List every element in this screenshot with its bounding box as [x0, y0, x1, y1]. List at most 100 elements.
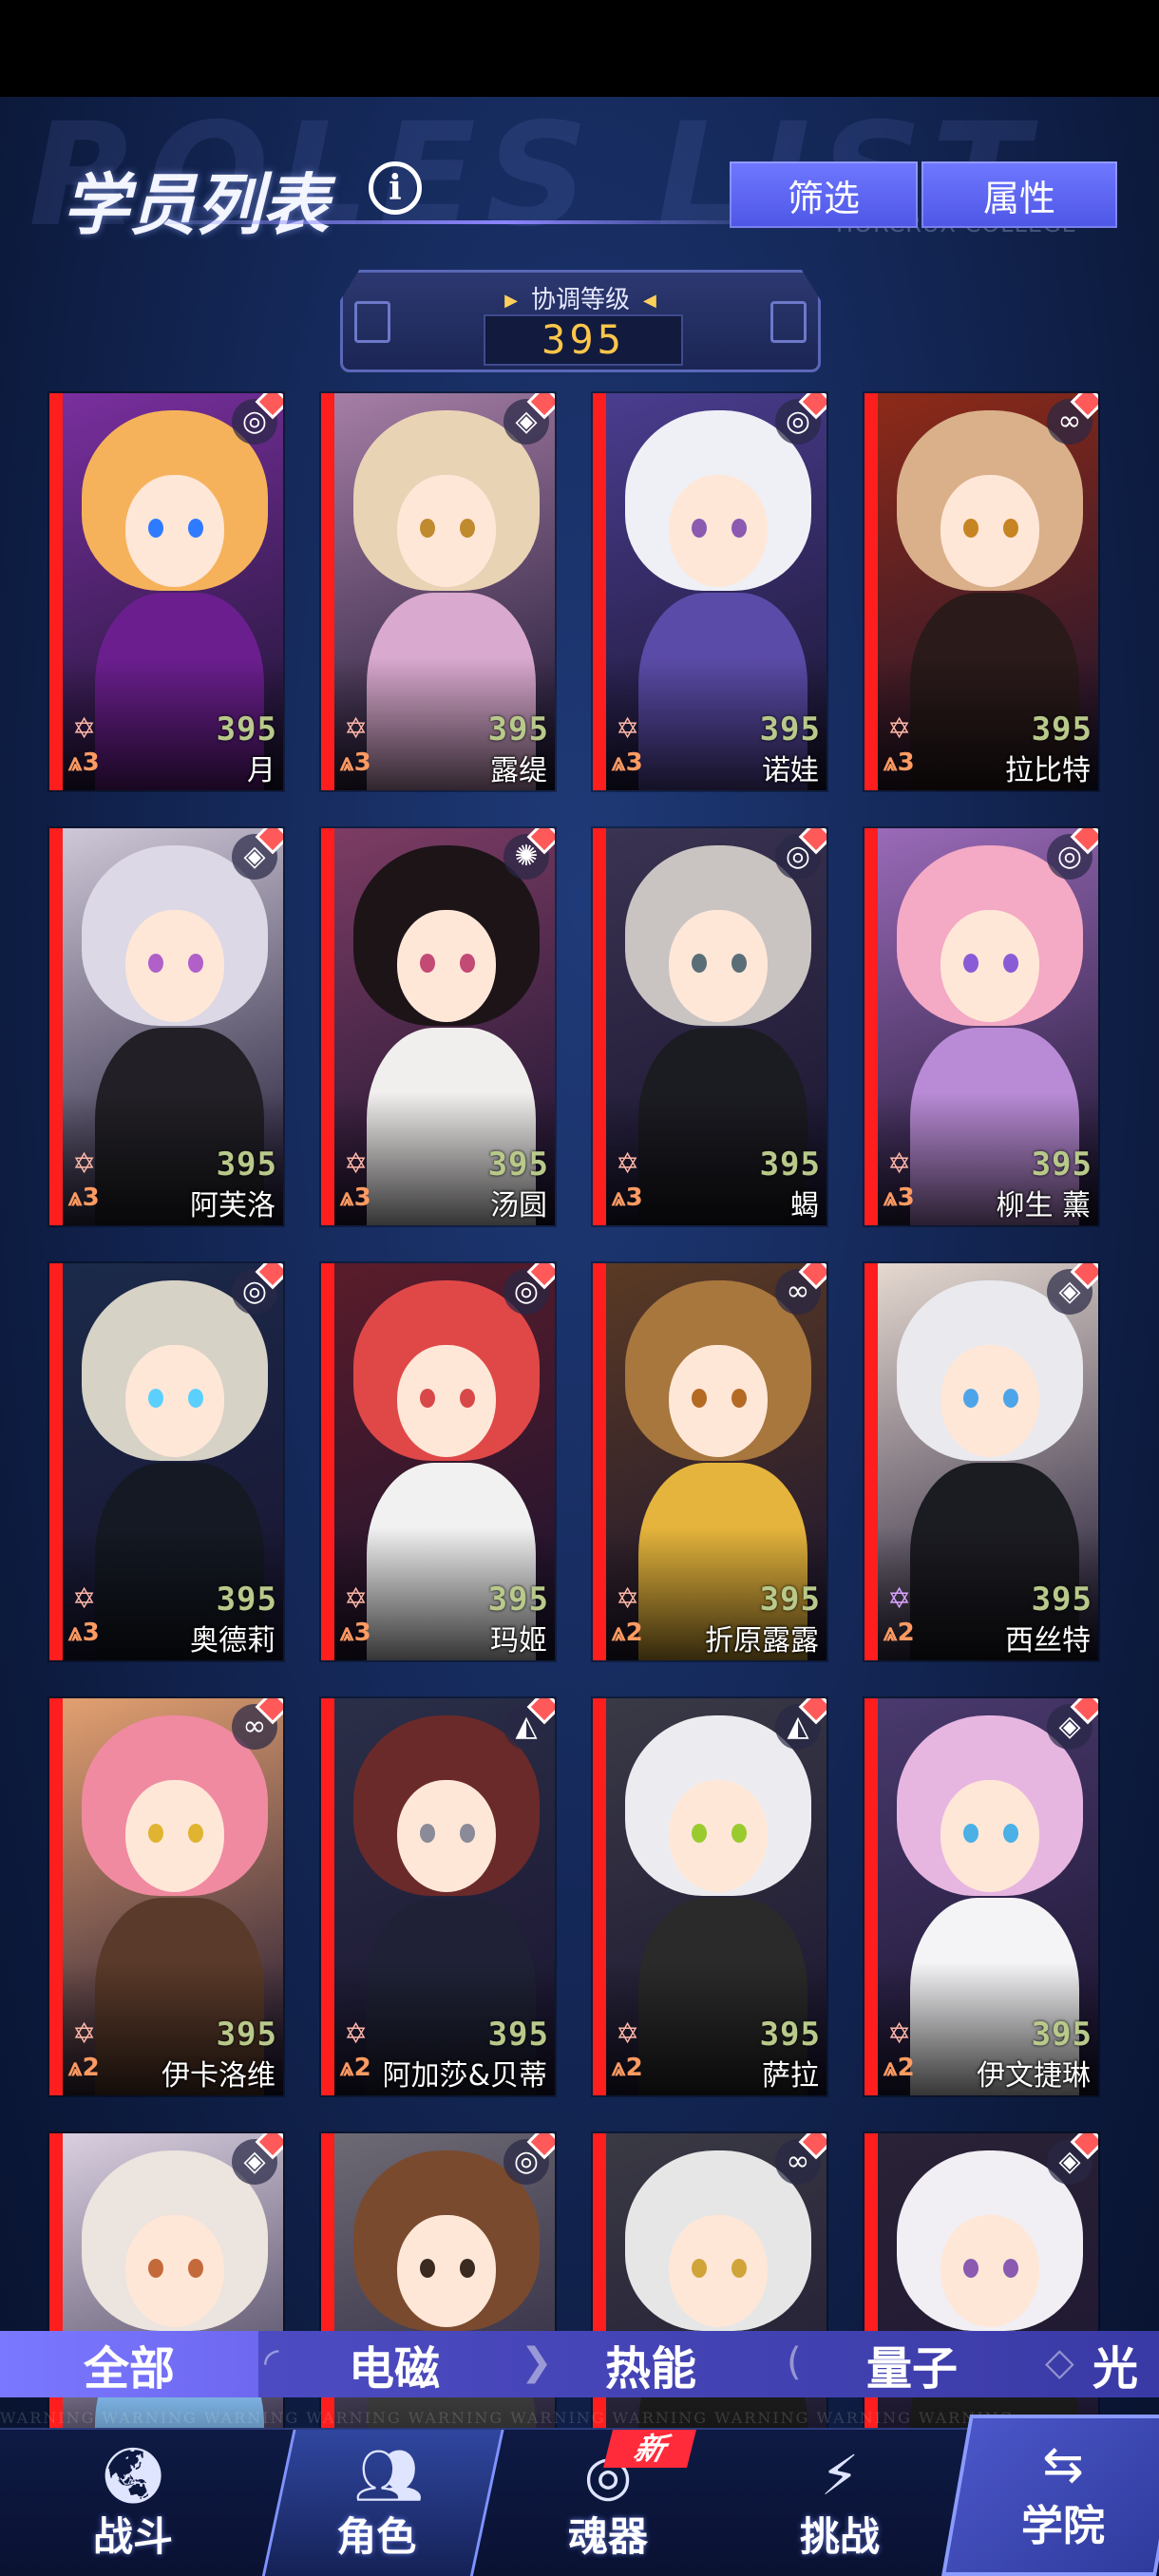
character-level: 395 [487, 1581, 549, 1619]
character-card[interactable]: ◈ ✡ ⩓2 395 伊文捷琳 [864, 1698, 1098, 2095]
character-card[interactable]: ◈ ✡ ⩓3 395 阿芙洛 [49, 828, 283, 1225]
portrait-eye [963, 1824, 978, 1843]
portrait-eye [732, 1824, 747, 1843]
portrait-eye [1003, 1389, 1018, 1408]
portrait-eye [420, 954, 435, 973]
character-card[interactable]: ◎ ✡ ⩓3 395 诺娃 [593, 393, 826, 790]
lightning-icon: ⚡︎ [820, 2442, 860, 2508]
nav-academy-inner: ⇆ 学院 [960, 2418, 1159, 2572]
character-card[interactable]: ✺ ✡ ⩓3 395 汤圆 [321, 828, 555, 1225]
triangle-left-icon: ◀ [643, 291, 656, 311]
star-count: 3 [82, 1619, 100, 1647]
character-card[interactable]: ∞ ✡ ⩓3 395 拉比特 [864, 393, 1098, 790]
character-level: 395 [216, 710, 277, 748]
hexagram-icon: ✡ [344, 712, 369, 746]
star-rank: ⩓3 [612, 748, 643, 777]
filter-quantum[interactable]: 量子 [808, 2331, 1016, 2397]
character-name: 西丝特 [1005, 1624, 1091, 1657]
star-count: 2 [625, 2054, 643, 2082]
character-level: 395 [216, 2016, 277, 2054]
portrait-eye [188, 519, 203, 538]
portrait-eye [732, 954, 747, 973]
character-card[interactable]: ◎ ✡ ⩓3 395 月 [49, 393, 283, 790]
portrait-eye [188, 2259, 203, 2278]
hexagram-icon: ✡ [344, 2017, 369, 2051]
character-name: 柳生 薰 [996, 1189, 1091, 1222]
nav-characters[interactable]: 👥︎ 角色 [261, 2430, 504, 2576]
portrait-eye [963, 2259, 978, 2278]
star-count: 2 [82, 2054, 100, 2082]
character-name: 阿芙洛 [190, 1189, 276, 1222]
character-level: 395 [1031, 1581, 1092, 1619]
portrait-face [940, 475, 1039, 587]
character-card[interactable]: ◎ ✡ ⩓3 395 蝎 [593, 828, 826, 1225]
portrait-eye [188, 954, 203, 973]
portrait-face [397, 2215, 496, 2327]
character-card[interactable]: ◎ ✡ ⩓3 395 柳生 薰 [864, 828, 1098, 1225]
portrait-eye [420, 1824, 435, 1843]
globe-icon: 🌏︎ [98, 2442, 168, 2508]
nav-characters-label: 角色 [336, 2512, 417, 2560]
portrait-eye [460, 519, 475, 538]
star-rank: ⩓3 [884, 1184, 915, 1212]
hexagram-icon: ✡ [72, 1147, 97, 1181]
star-rank: ⩓2 [884, 1619, 915, 1647]
character-level: 395 [216, 1146, 277, 1184]
info-icon[interactable]: i [369, 161, 422, 215]
portrait-eye [692, 1824, 707, 1843]
portrait-face [669, 2215, 768, 2327]
portrait-eye [460, 954, 475, 973]
attribute-button[interactable]: 属性 [922, 161, 1117, 228]
portrait-eye [420, 519, 435, 538]
filter-electro[interactable]: 电磁 [285, 2331, 504, 2397]
star-rank: ⩓3 [884, 748, 915, 777]
character-card[interactable]: ∞ ✡ ⩓2 395 折原露露 [593, 1263, 826, 1660]
hexagram-icon: ✡ [616, 2017, 640, 2051]
filter-button[interactable]: 筛选 [730, 161, 918, 228]
portrait-eye [732, 1389, 747, 1408]
star-count: 2 [353, 2054, 371, 2082]
star-rank: ⩓3 [68, 1619, 100, 1647]
portrait-eye [963, 519, 978, 538]
portrait-eye [148, 1389, 163, 1408]
star-count: 2 [625, 1619, 643, 1647]
portrait-eye [1003, 954, 1018, 973]
portrait-eye [420, 1389, 435, 1408]
portrait-eye [1003, 2259, 1018, 2278]
character-card[interactable]: ◭ ✡ ⩓2 395 阿加莎&贝蒂 [321, 1698, 555, 2095]
star-rank: ⩓2 [612, 1619, 643, 1647]
page-title: 学员列表 [63, 166, 329, 244]
portrait-face [125, 475, 224, 587]
portrait-eye [692, 2259, 707, 2278]
character-level: 395 [216, 1581, 277, 1619]
star-rank: ⩓2 [884, 2054, 915, 2082]
portrait-eye [188, 1824, 203, 1843]
nav-academy[interactable]: ⇆ 学院 [941, 2415, 1159, 2576]
character-name: 诺娃 [762, 754, 819, 787]
portrait-face [940, 2215, 1039, 2327]
character-card[interactable]: ◎ ✡ ⩓3 395 玛姬 [321, 1263, 555, 1660]
hexagram-icon: ✡ [72, 1582, 97, 1616]
character-card[interactable]: ◈ ✡ ⩓3 395 露缇 [321, 393, 555, 790]
character-card[interactable]: ◎ ✡ ⩓3 395 奥德莉 [49, 1263, 283, 1660]
star-rank: ⩓2 [612, 2054, 643, 2082]
character-card[interactable]: ∞ ✡ ⩓2 395 伊卡洛维 [49, 1698, 283, 2095]
character-card[interactable]: ◭ ✡ ⩓2 395 萨拉 [593, 1698, 826, 2095]
filter-all[interactable]: 全部 [0, 2331, 258, 2397]
star-count: 2 [897, 1619, 915, 1647]
hexagram-icon: ✡ [344, 1582, 369, 1616]
portrait-eye [1003, 1824, 1018, 1843]
filter-thermal[interactable]: 热能 [551, 2331, 750, 2397]
nav-battle[interactable]: 🌏︎ 战斗 [38, 2430, 228, 2576]
character-name: 拉比特 [1005, 754, 1091, 787]
star-rank: ⩓2 [340, 2054, 371, 2082]
character-card[interactable]: ◈ ✡ ⩓2 395 西丝特 [864, 1263, 1098, 1660]
hexagram-icon: ✡ [72, 712, 97, 746]
filter-light[interactable]: 光 [1092, 2331, 1159, 2397]
star-count: 3 [82, 748, 100, 777]
character-level: 395 [487, 1146, 549, 1184]
star-rank: ⩓3 [68, 1184, 100, 1212]
nav-challenge[interactable]: ⚡︎ 挑战 [745, 2430, 935, 2576]
character-level: 395 [759, 1146, 821, 1184]
portrait-eye [692, 954, 707, 973]
